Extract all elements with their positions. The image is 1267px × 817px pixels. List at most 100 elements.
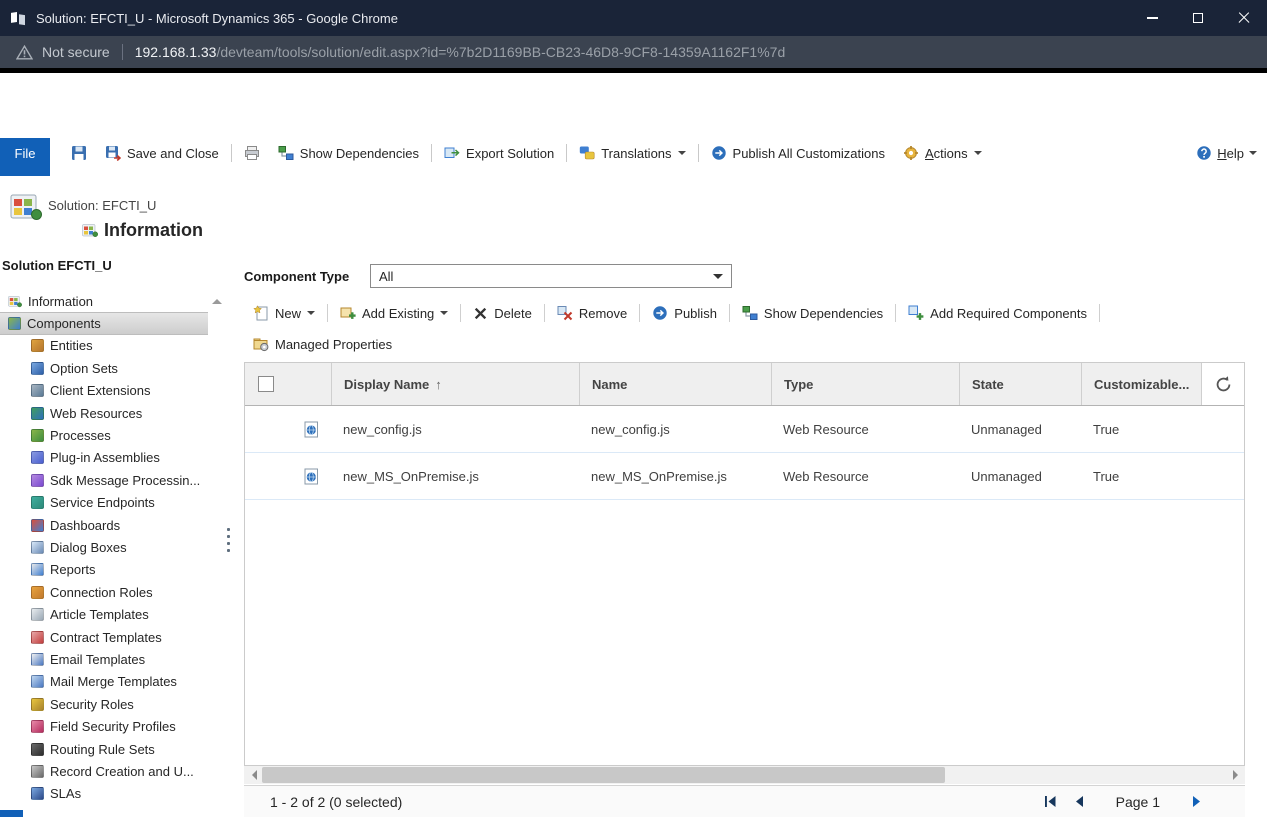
managed-properties-button[interactable]: Managed Properties <box>244 331 401 357</box>
table-row[interactable]: new_config.js new_config.js Web Resource… <box>245 406 1244 453</box>
sidebar-item-plugin-assemblies[interactable]: Plug-in Assemblies <box>0 447 208 469</box>
add-existing-button[interactable]: Add Existing <box>331 300 457 326</box>
address-bar[interactable]: Not secure 192.168.1.33/devteam/tools/so… <box>0 36 1267 68</box>
sidebar-item-slas[interactable]: SLAs <box>0 783 208 805</box>
sidebar-item-sdk-message-processing[interactable]: Sdk Message Processin... <box>0 469 208 491</box>
sidebar-item-option-sets[interactable]: Option Sets <box>0 357 208 379</box>
sidebar-item-security-roles[interactable]: Security Roles <box>0 693 208 715</box>
grid-toolbar: New Add Existing Delete Remove Publish S… <box>244 298 1245 328</box>
sidebar-item-label: Service Endpoints <box>50 495 155 510</box>
contract-templates-icon <box>31 631 44 644</box>
add-required-components-icon <box>908 305 924 321</box>
previous-page-button[interactable] <box>1073 795 1086 808</box>
column-header-display-name[interactable]: Display Name ↑ <box>331 363 579 405</box>
sidebar-item-reports[interactable]: Reports <box>0 559 208 581</box>
column-header-type[interactable]: Type <box>771 363 959 405</box>
sidebar-splitter-handle[interactable] <box>227 528 230 552</box>
sidebar-scroll-up-icon[interactable] <box>212 294 222 304</box>
add-required-components-button[interactable]: Add Required Components <box>899 300 1096 326</box>
sidebar-item-dialog-boxes[interactable]: Dialog Boxes <box>0 536 208 558</box>
printer-icon <box>244 145 260 161</box>
chevron-down-icon <box>713 274 723 284</box>
show-dependencies-grid-button[interactable]: Show Dependencies <box>733 300 892 326</box>
scrollbar-track[interactable] <box>262 766 1227 784</box>
sidebar-item-email-templates[interactable]: Email Templates <box>0 648 208 670</box>
show-dependencies-button[interactable]: Show Dependencies <box>269 138 428 168</box>
sidebar-item-web-resources[interactable]: Web Resources <box>0 402 208 424</box>
managed-properties-label: Managed Properties <box>275 337 392 352</box>
close-button[interactable] <box>1221 0 1267 36</box>
sidebar-item-contract-templates[interactable]: Contract Templates <box>0 626 208 648</box>
pager: Page 1 <box>1044 794 1203 810</box>
scroll-right-button[interactable] <box>1227 766 1245 784</box>
horizontal-scrollbar[interactable] <box>244 766 1245 784</box>
column-label: Customizable... <box>1094 377 1189 392</box>
select-all-checkbox[interactable] <box>258 376 274 392</box>
show-dependencies-label: Show Dependencies <box>300 146 419 161</box>
sidebar-item-processes[interactable]: Processes <box>0 424 208 446</box>
add-existing-icon <box>340 305 356 321</box>
new-button[interactable]: New <box>244 300 324 326</box>
sidebar-item-mail-merge-templates[interactable]: Mail Merge Templates <box>0 671 208 693</box>
not-secure-label[interactable]: Not secure <box>42 44 110 60</box>
grid-header-row: Display Name ↑ Name Type State Customiza… <box>245 363 1244 406</box>
translations-icon <box>579 145 595 161</box>
minimize-button[interactable] <box>1129 0 1175 36</box>
sidebar-item-record-creation[interactable]: Record Creation and U... <box>0 760 208 782</box>
show-dependencies-icon <box>278 145 294 161</box>
file-tab[interactable]: File <box>0 138 50 176</box>
column-header-customizable[interactable]: Customizable... <box>1081 363 1201 405</box>
column-header-state[interactable]: State <box>959 363 1081 405</box>
refresh-icon[interactable] <box>1214 375 1233 394</box>
export-solution-button[interactable]: Export Solution <box>435 138 563 168</box>
sidebar-item-label: Email Templates <box>50 652 145 667</box>
new-icon <box>253 305 269 321</box>
publish-button[interactable]: Publish <box>643 300 726 326</box>
delete-button[interactable]: Delete <box>464 300 541 326</box>
save-button[interactable] <box>62 138 96 168</box>
cell-name: new_config.js <box>579 406 771 452</box>
sidebar-item-client-extensions[interactable]: Client Extensions <box>0 380 208 402</box>
cell-state: Unmanaged <box>959 406 1081 452</box>
scrollbar-thumb[interactable] <box>262 767 945 783</box>
translations-button[interactable]: Translations <box>570 138 694 168</box>
cell-display-name[interactable]: new_MS_OnPremise.js <box>331 453 579 499</box>
sidebar-item-service-endpoints[interactable]: Service Endpoints <box>0 492 208 514</box>
plugin-assemblies-icon <box>31 451 44 464</box>
scroll-left-button[interactable] <box>244 766 262 784</box>
sidebar-item-dashboards[interactable]: Dashboards <box>0 514 208 536</box>
remove-button[interactable]: Remove <box>548 300 636 326</box>
actions-button[interactable]: Actions <box>894 138 991 168</box>
sidebar-item-routing-rule-sets[interactable]: Routing Rule Sets <box>0 738 208 760</box>
sidebar-item-field-security-profiles[interactable]: Field Security Profiles <box>0 715 208 737</box>
print-button[interactable] <box>235 138 269 168</box>
help-label: Help <box>1217 146 1244 161</box>
sidebar-item-article-templates[interactable]: Article Templates <box>0 603 208 625</box>
solution-icon <box>10 192 42 222</box>
chevron-down-icon <box>307 311 315 319</box>
actions-label: Actions <box>925 146 968 161</box>
sidebar-item-entities[interactable]: Entities <box>0 335 208 357</box>
sidebar-item-label: Field Security Profiles <box>50 719 176 734</box>
maximize-button[interactable] <box>1175 0 1221 36</box>
cell-display-name[interactable]: new_config.js <box>331 406 579 452</box>
next-page-button[interactable] <box>1190 795 1203 808</box>
help-button[interactable]: Help <box>1188 138 1265 168</box>
column-header-name[interactable]: Name <box>579 363 771 405</box>
sidebar-item-connection-roles[interactable]: Connection Roles <box>0 581 208 603</box>
export-solution-icon <box>444 145 460 161</box>
url-path[interactable]: /devteam/tools/solution/edit.aspx?id=%7b… <box>216 44 785 60</box>
first-page-button[interactable] <box>1044 795 1057 808</box>
cell-customizable: True <box>1081 453 1201 499</box>
table-row[interactable]: new_MS_OnPremise.js new_MS_OnPremise.js … <box>245 453 1244 500</box>
save-and-close-button[interactable]: Save and Close <box>96 138 228 168</box>
url-host[interactable]: 192.168.1.33 <box>135 44 217 60</box>
publish-all-customizations-button[interactable]: Publish All Customizations <box>702 138 894 168</box>
sidebar-item-components[interactable]: Components <box>0 312 208 334</box>
component-type-select[interactable]: All <box>370 264 732 288</box>
close-icon <box>1238 12 1250 24</box>
sidebar-item-information[interactable]: Information <box>0 290 208 312</box>
remove-label: Remove <box>579 306 627 321</box>
add-existing-label: Add Existing <box>362 306 434 321</box>
cell-name: new_MS_OnPremise.js <box>579 453 771 499</box>
